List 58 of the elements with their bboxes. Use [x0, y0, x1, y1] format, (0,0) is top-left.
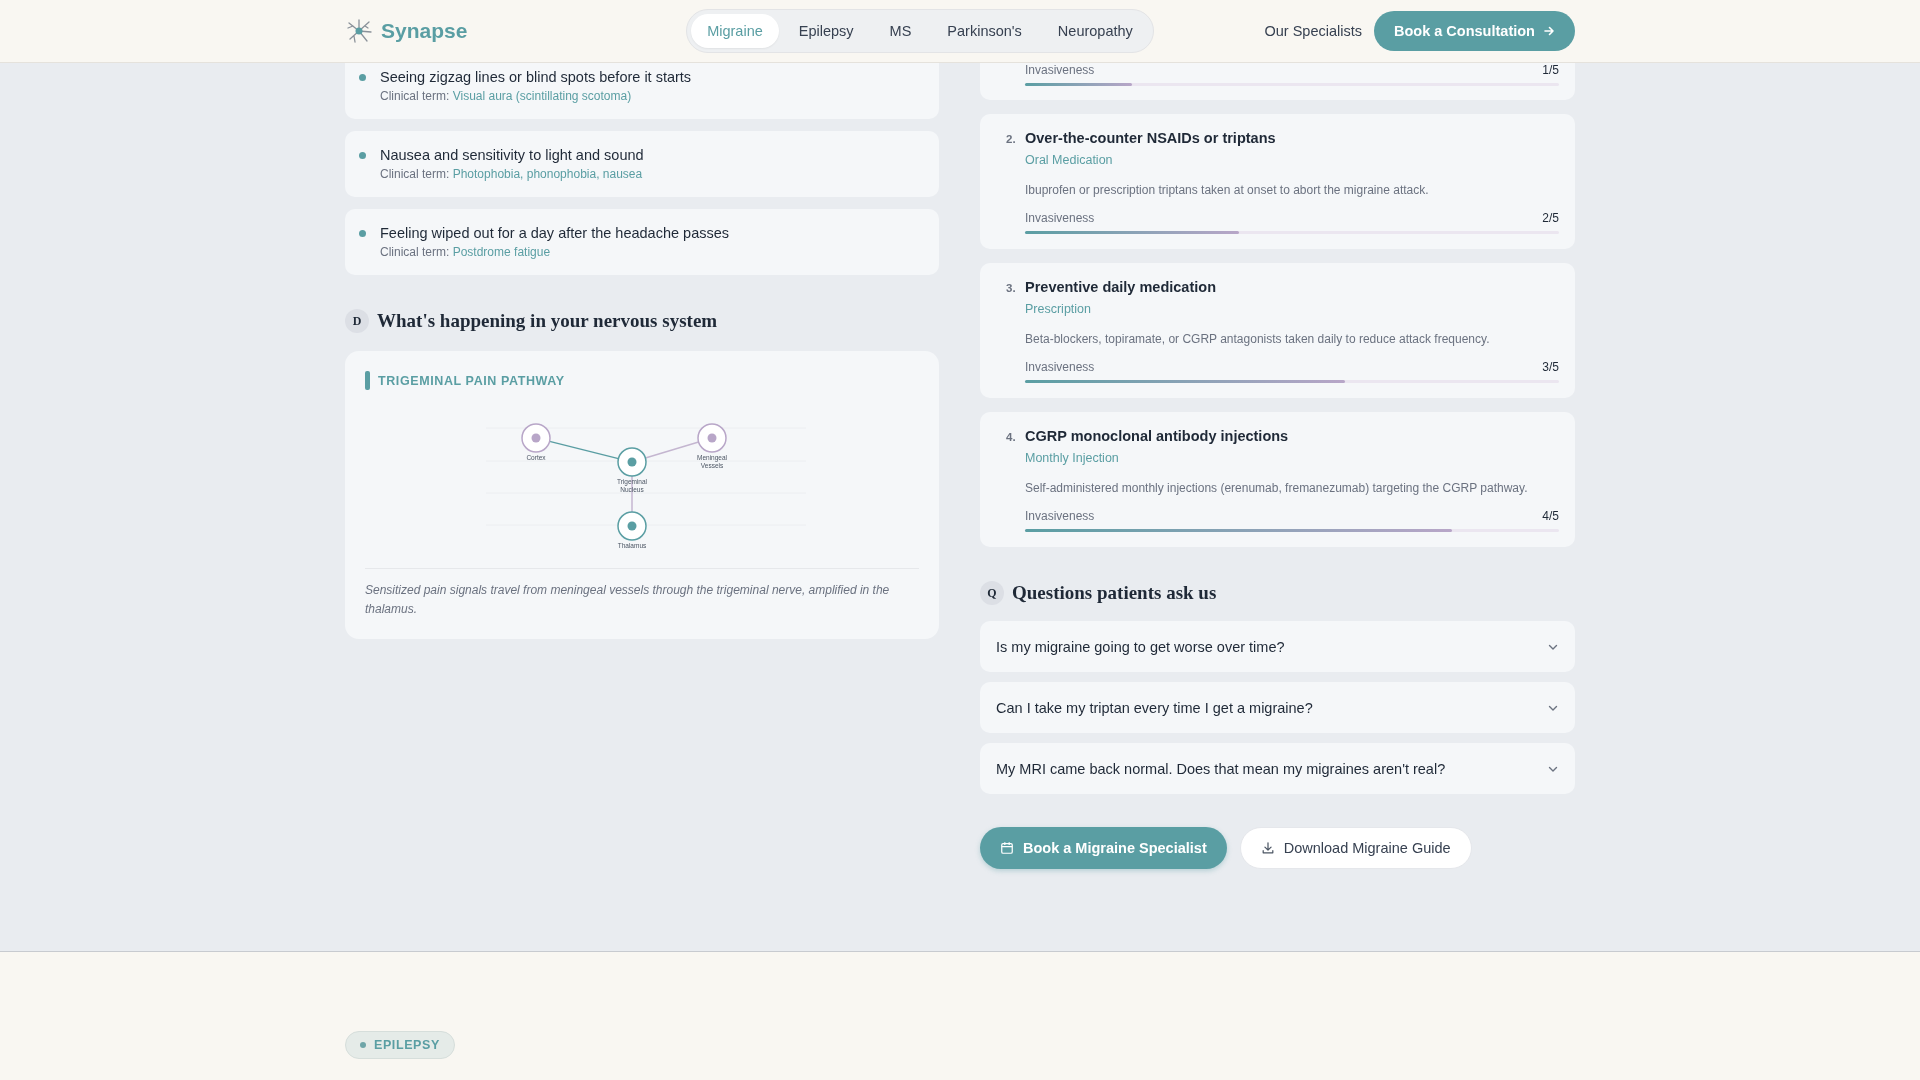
pathway-line: [631, 475, 633, 513]
treatment-description: Self-administered monthly injections (erenumab, fremanezumab) targeting the CGRP pathway.: [1025, 481, 1529, 495]
meter-reading: 3/5: [1542, 360, 1559, 374]
diagram-node: [617, 511, 647, 541]
meter-reading: 1/5: [1542, 63, 1559, 77]
condition-tab[interactable]: Parkinson's: [931, 14, 1038, 48]
meter-label: Invasiveness: [1025, 63, 1095, 77]
diagram-node: [617, 447, 647, 477]
treatment-title: Preventive daily medication: [1025, 279, 1216, 295]
section-heading: What's happening in your nervous system: [377, 310, 718, 332]
treatment-title: CGRP monoclonal antibody injections: [1025, 428, 1289, 444]
condition-tab[interactable]: Epilepsy: [782, 14, 870, 48]
meter-reading: 4/5: [1542, 509, 1559, 523]
download-icon: [1260, 841, 1275, 855]
diagram-caption: Sensitized pain signals travel from meningeal vessels through the trigeminal nerve, amplified in the thalamus.: [365, 582, 891, 618]
diagram-title: TRIGEMINAL PAIN PATHWAY: [378, 373, 565, 388]
treatment-description: Beta-blockers, topiramate, or CGRP antagonists taken daily to reduce attack frequency.: [1025, 332, 1491, 346]
section-badge: D: [345, 309, 369, 333]
treatment-number: 3.: [1006, 282, 1017, 294]
bullet-icon: [359, 230, 366, 237]
bullet-icon: [359, 152, 366, 159]
faq-item[interactable]: Is my migraine going to get worse over time?: [980, 621, 1575, 672]
section-tag-label: EPILEPSY: [374, 1038, 440, 1052]
accent-bar: [365, 371, 370, 390]
meter-label: Invasiveness: [1025, 360, 1095, 374]
clinical-term: Clinical term: Postdrome fatigue: [380, 244, 552, 261]
meter-reading: 2/5: [1542, 211, 1559, 225]
bullet-icon: [359, 74, 366, 81]
section-badge: Q: [980, 581, 1004, 605]
treatment-title: Over-the-counter NSAIDs or triptans: [1025, 130, 1276, 146]
faq-item[interactable]: Can I take my triptan every time I get a migraine?: [980, 682, 1575, 733]
treatment-category: Monthly Injection: [1025, 451, 1120, 465]
clinical-term: Clinical term: Photophobia, phonophobia, nausea: [380, 166, 644, 183]
diagram-node: [697, 423, 727, 453]
treatment-category: Oral Medication: [1025, 153, 1114, 167]
specialists-link[interactable]: Our Specialists: [1264, 23, 1362, 39]
calendar-icon: [1000, 841, 1014, 855]
symptom-text: Feeling wiped out for a day after the headache passes: [380, 224, 730, 243]
condition-tab[interactable]: Neuropathy: [1041, 14, 1149, 48]
neuron-icon: [345, 17, 373, 45]
symptom-text: Nausea and sensitivity to light and sound: [380, 146, 644, 165]
treatment-number: 4.: [1006, 431, 1017, 443]
diagram-node: [521, 423, 551, 453]
treatment-category: Prescription: [1025, 302, 1092, 316]
clinical-term: Clinical term: Visual aura (scintillating scotoma): [380, 88, 633, 105]
arrow-icon: [1543, 25, 1555, 37]
treatment-number: 2.: [1006, 133, 1017, 145]
faq-item[interactable]: My MRI came back normal. Does that mean my migraines aren't real?: [980, 743, 1575, 794]
treatment-description: Ibuprofen or prescription triptans taken at onset to abort the migraine attack.: [1025, 183, 1430, 197]
pathway-line: [548, 440, 620, 460]
meter-label: Invasiveness: [1025, 509, 1095, 523]
download-guide-button[interactable]: Download Migraine Guide: [1239, 827, 1472, 869]
symptom-text: Seeing zigzag lines or blind spots before it starts: [380, 68, 692, 87]
meter-label: Invasiveness: [1025, 211, 1095, 225]
condition-tab[interactable]: MS: [873, 14, 928, 48]
brand-name: Synapse: [381, 19, 468, 43]
section-heading: Questions patients ask us: [1012, 582, 1217, 604]
tag-dot-icon: [360, 1042, 366, 1048]
